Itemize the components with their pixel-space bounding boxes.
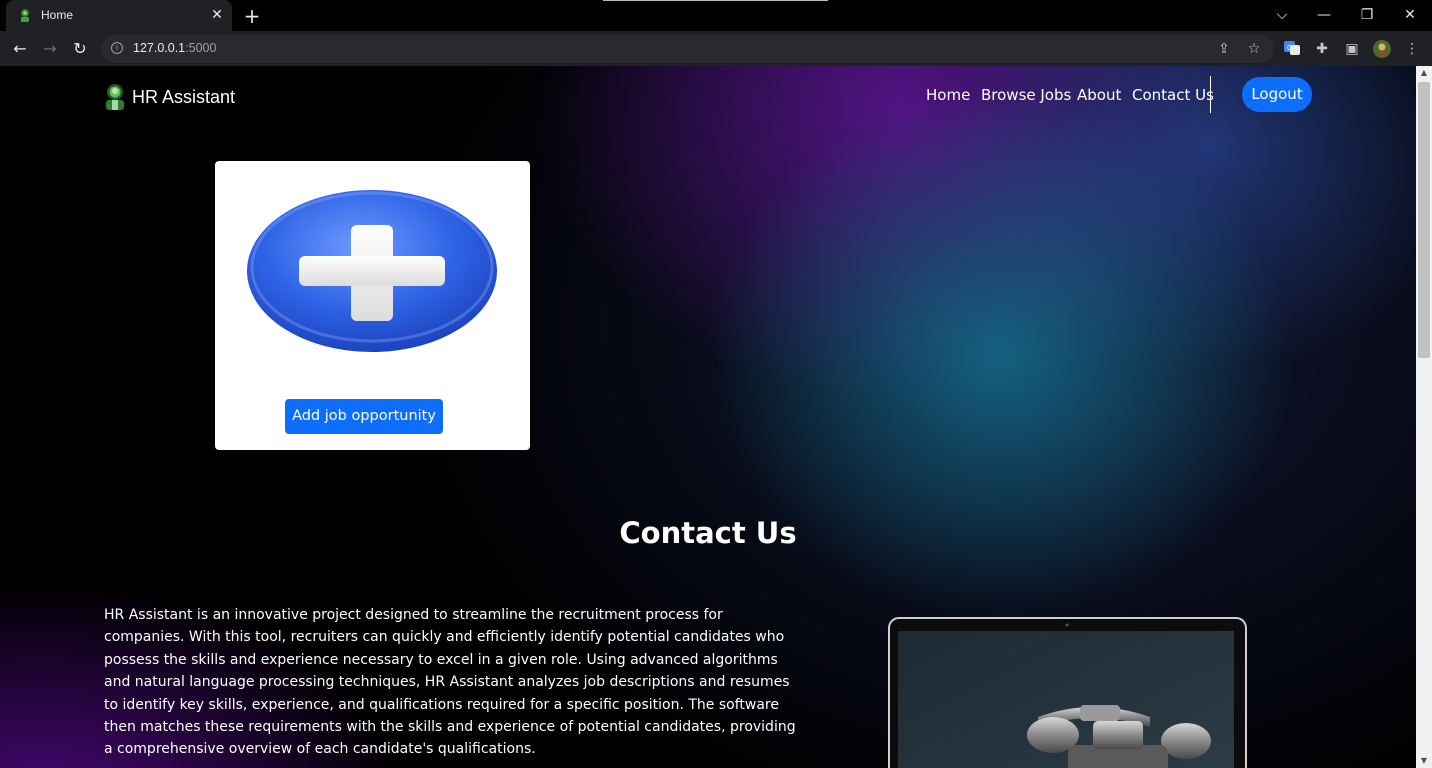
restore-icon[interactable]: ❐	[1355, 4, 1379, 26]
nav-link-home[interactable]: Home	[926, 86, 970, 104]
laptop-telephone-image	[888, 617, 1247, 768]
close-window-icon[interactable]: ✕	[1398, 4, 1422, 26]
translate-extension-icon[interactable]: G	[1282, 39, 1302, 59]
site-info-icon[interactable]: i	[111, 42, 123, 54]
reload-icon[interactable]: ↻	[68, 37, 92, 61]
add-job-opportunity-button[interactable]: Add job opportunity	[285, 399, 443, 434]
add-job-card: Add job opportunity	[215, 161, 530, 450]
forward-icon[interactable]: →	[38, 37, 62, 61]
nav-link-contact-us[interactable]: Contact Us	[1132, 86, 1214, 104]
nav-link-browse-jobs[interactable]: Browse Jobs	[981, 86, 1071, 104]
url-text[interactable]: 127.0.0.1:5000	[133, 41, 216, 55]
brand-name: HR Assistant	[132, 86, 236, 107]
new-tab-icon[interactable]: +	[240, 4, 264, 28]
bookmark-star-icon[interactable]: ☆	[1245, 40, 1263, 58]
navbar-brand[interactable]: HR Assistant	[104, 82, 235, 112]
logout-button[interactable]: Logout	[1242, 77, 1312, 112]
tab-search-icon[interactable]: ⌵	[1270, 4, 1294, 26]
page-viewport: HR Assistant Home Browse Jobs About Cont…	[0, 66, 1416, 768]
browser-toolbar: ← → ↻ i 127.0.0.1:5000 ⇪ ☆ G ✚ ▣ ⋮	[0, 31, 1432, 66]
scroll-up-icon[interactable]: ▲	[1416, 66, 1432, 80]
plus-icon	[247, 190, 497, 352]
contact-paragraph: HR Assistant is an innovative project de…	[104, 607, 796, 758]
contact-title: Contact Us	[619, 516, 797, 550]
favicon-icon	[21, 9, 29, 22]
side-panel-icon[interactable]: ▣	[1342, 39, 1362, 59]
nav-link-about[interactable]: About	[1077, 86, 1121, 104]
minimize-icon[interactable]: —	[1312, 4, 1336, 26]
back-icon[interactable]: ←	[8, 37, 32, 61]
share-icon[interactable]: ⇪	[1215, 40, 1233, 58]
profile-avatar-icon[interactable]	[1372, 39, 1392, 59]
scroll-down-icon[interactable]: ▼	[1416, 754, 1432, 768]
browser-tab-strip: Home ✕ + ⌵ — ❐ ✕	[0, 0, 1432, 31]
url-host: 127.0.0.1	[133, 41, 186, 55]
tab-title: Home	[41, 8, 74, 22]
url-port: :5000	[185, 41, 217, 55]
tab-strip-indicator	[603, 0, 828, 1]
page-scrollbar[interactable]: ▲ ▼	[1416, 66, 1432, 768]
address-bar[interactable]: i 127.0.0.1:5000 ⇪ ☆	[101, 35, 1274, 63]
hr-assistant-logo-icon	[106, 84, 124, 110]
navbar-divider	[1210, 76, 1211, 113]
close-tab-icon[interactable]: ✕	[208, 6, 226, 24]
svg-text:G: G	[1287, 45, 1292, 52]
browser-tab-home[interactable]: Home ✕	[6, 0, 232, 31]
menu-kebab-icon[interactable]: ⋮	[1402, 39, 1422, 59]
scrollbar-thumb[interactable]	[1418, 82, 1430, 358]
extensions-puzzle-icon[interactable]: ✚	[1312, 39, 1332, 59]
